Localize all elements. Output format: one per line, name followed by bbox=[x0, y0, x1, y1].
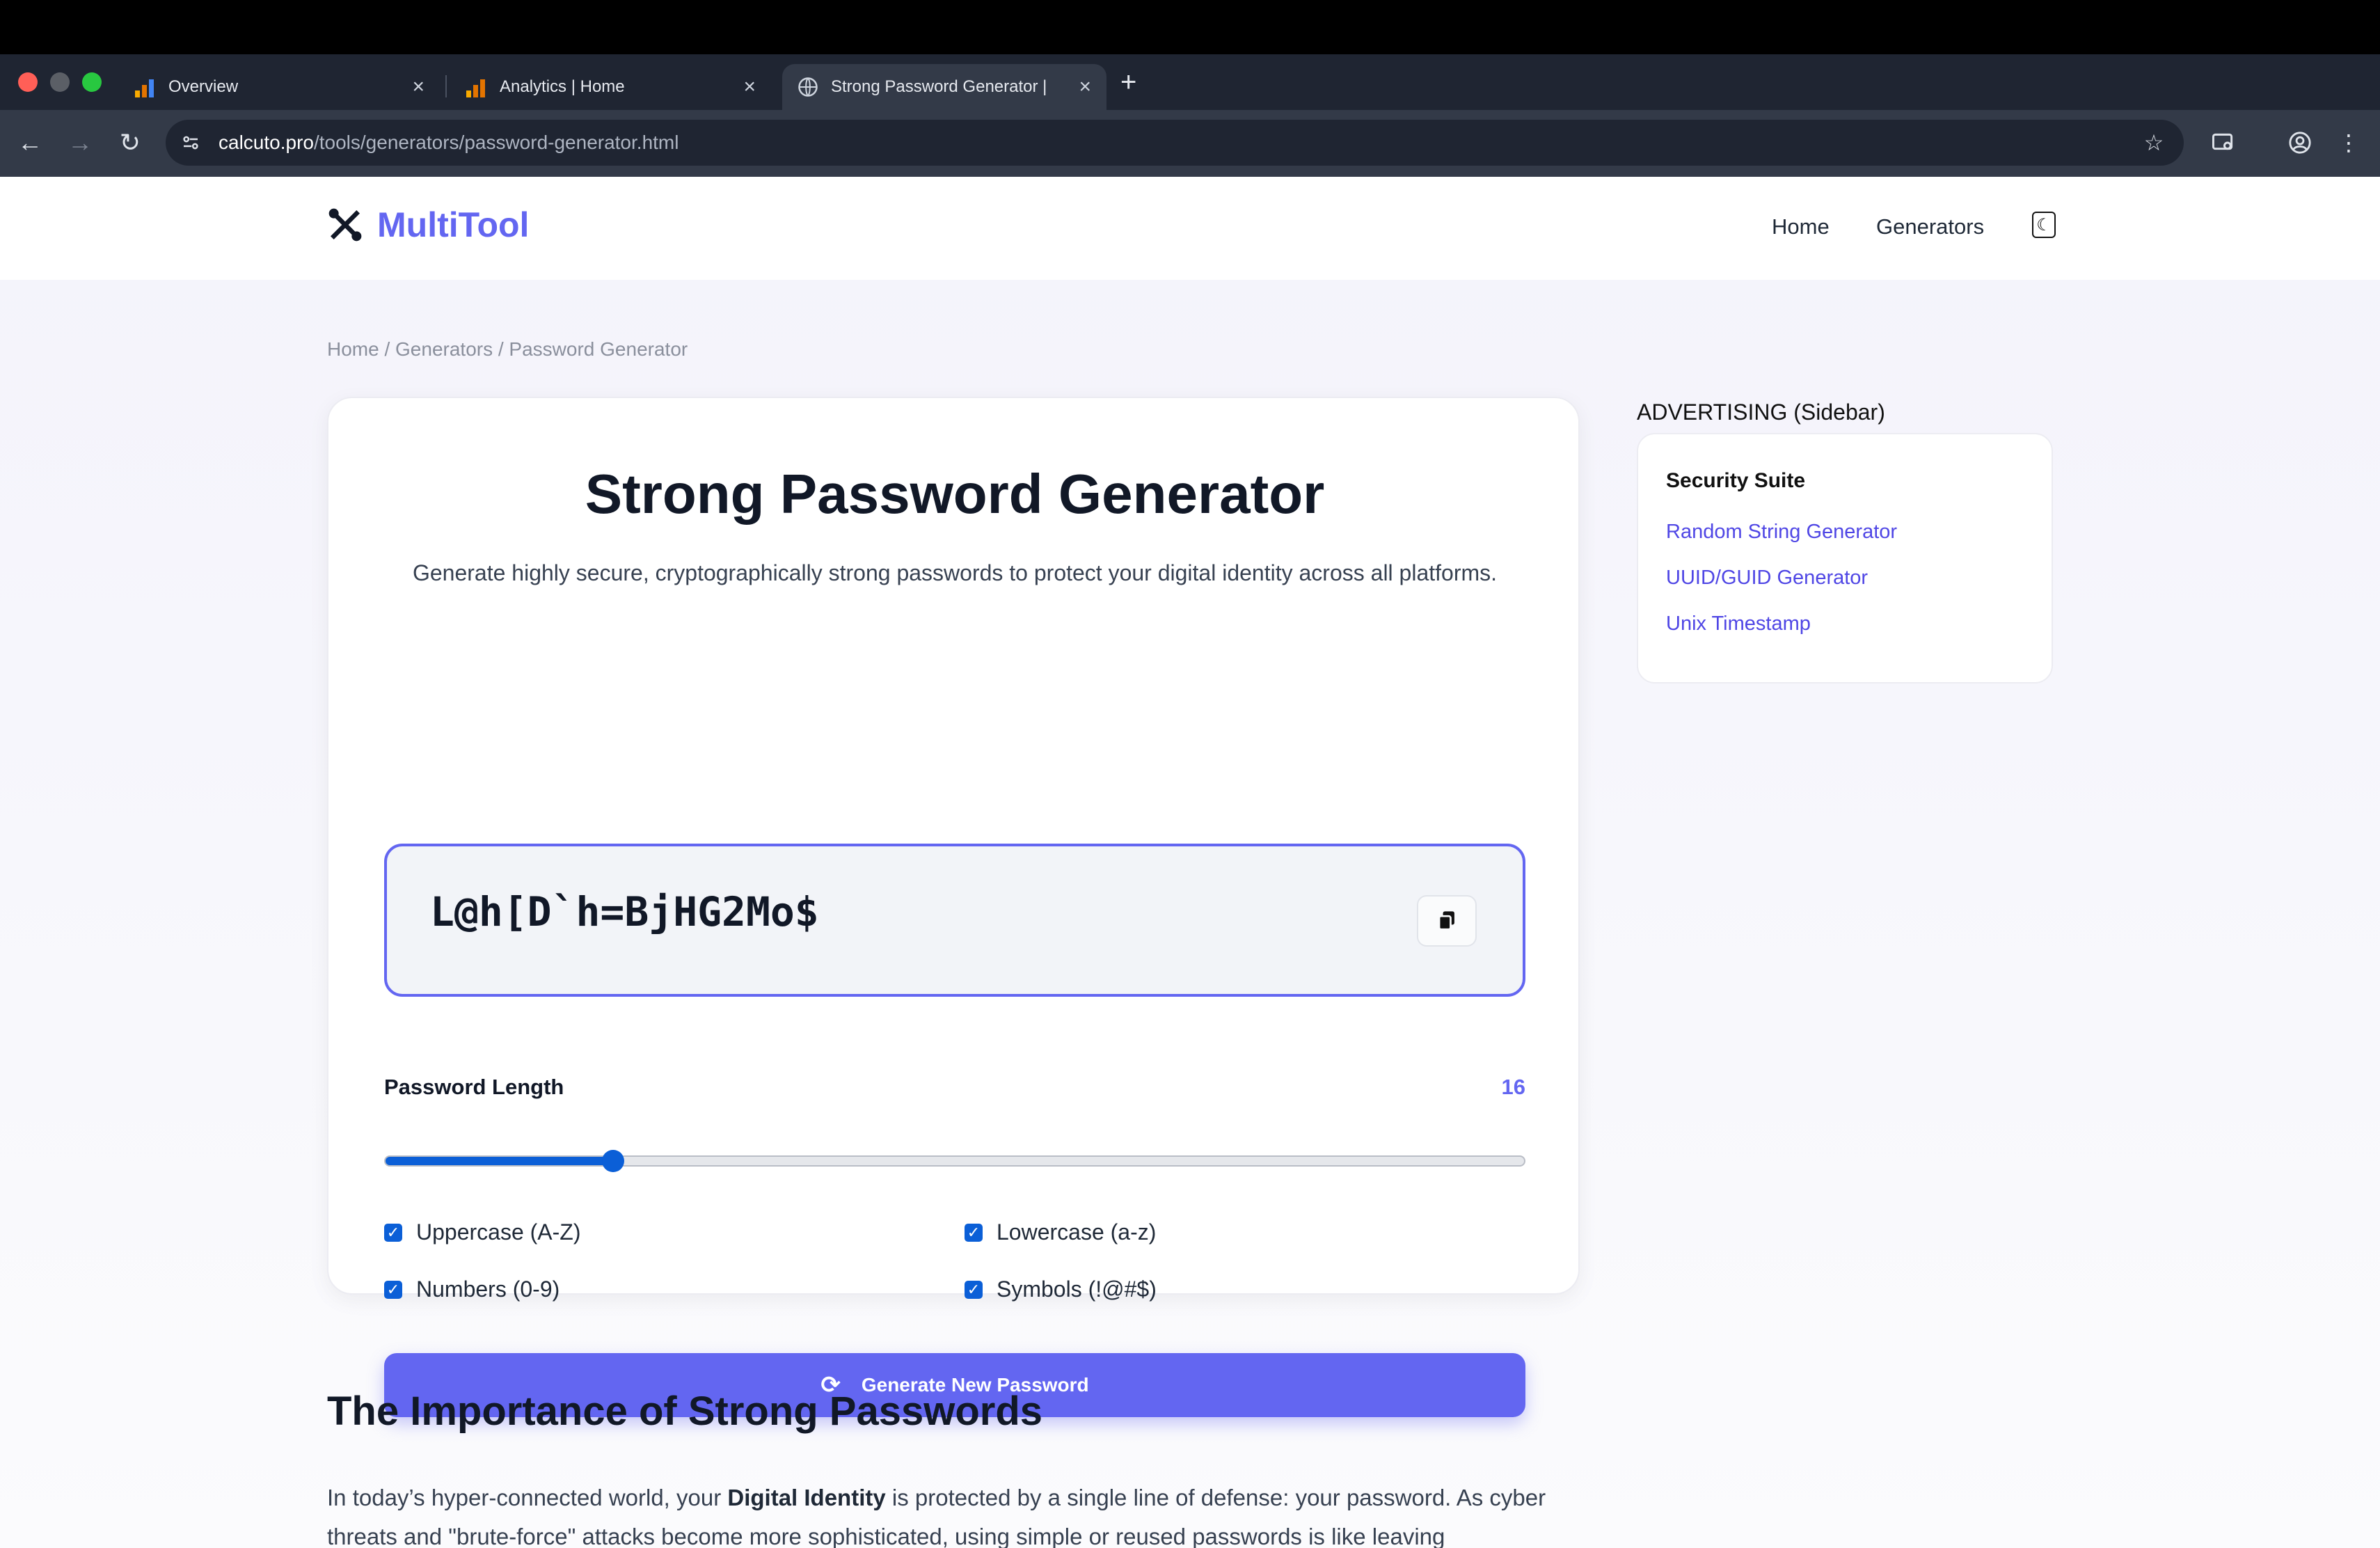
site-settings-icon[interactable] bbox=[177, 129, 205, 157]
forward-arrow-icon[interactable]: → bbox=[63, 125, 97, 160]
tab-title: Overview bbox=[168, 77, 239, 96]
sidebar-link-uuid[interactable]: UUID/GUID Generator bbox=[1666, 567, 1868, 590]
bookmark-star-icon[interactable]: ☆ bbox=[2136, 125, 2171, 160]
checkbox-checked-icon[interactable]: ✓ bbox=[384, 1223, 402, 1242]
back-arrow-icon[interactable]: ← bbox=[13, 125, 47, 160]
close-icon[interactable]: × bbox=[743, 75, 756, 99]
profile-icon[interactable] bbox=[2283, 125, 2317, 160]
sidebar-link-unix-timestamp[interactable]: Unix Timestamp bbox=[1666, 613, 1811, 635]
option-label: Numbers (0-9) bbox=[416, 1277, 560, 1302]
theme-toggle-moon-icon[interactable]: ☾ bbox=[2032, 212, 2056, 238]
slider-thumb[interactable] bbox=[602, 1150, 624, 1172]
site-header: MultiTool Home Generators ☾ bbox=[0, 177, 2380, 280]
nav-link-generators[interactable]: Generators bbox=[1876, 214, 1984, 239]
menu-kebab-icon[interactable]: ⋮ bbox=[2331, 125, 2366, 160]
option-label: Uppercase (A-Z) bbox=[416, 1219, 581, 1245]
site-logo[interactable]: MultiTool bbox=[326, 205, 529, 245]
browser-tab-overview[interactable]: Overview × bbox=[120, 64, 440, 110]
password-length-value: 16 bbox=[1501, 1075, 1525, 1099]
option-symbols[interactable]: ✓ Symbols (!@#$) bbox=[965, 1277, 1157, 1302]
security-suite-card: Security Suite Random String Generator U… bbox=[1637, 433, 2053, 684]
option-uppercase[interactable]: ✓ Uppercase (A-Z) bbox=[384, 1219, 581, 1245]
logo-text: MultiTool bbox=[377, 205, 530, 244]
option-label: Symbols (!@#$) bbox=[997, 1277, 1157, 1302]
window-zoom-button[interactable] bbox=[82, 72, 102, 92]
option-lowercase[interactable]: ✓ Lowercase (a-z) bbox=[965, 1219, 1156, 1245]
os-menu-bar bbox=[0, 0, 2380, 54]
sidebar-link-random-string[interactable]: Random String Generator bbox=[1666, 521, 1897, 544]
close-icon[interactable]: × bbox=[412, 75, 425, 99]
checkbox-checked-icon[interactable]: ✓ bbox=[965, 1280, 983, 1299]
tab-search-icon[interactable] bbox=[2206, 125, 2241, 160]
checkbox-checked-icon[interactable]: ✓ bbox=[384, 1280, 402, 1299]
close-icon[interactable]: × bbox=[1079, 75, 1091, 99]
page-content: MultiTool Home Generators ☾ Home / Gener… bbox=[0, 177, 2380, 1548]
tool-description: Generate highly secure, cryptographicall… bbox=[412, 560, 1498, 585]
section-heading: The Importance of Strong Passwords bbox=[327, 1389, 1043, 1434]
url-text: calcuto.pro/tools/generators/password-ge… bbox=[219, 132, 679, 153]
option-label: Lowercase (a-z) bbox=[997, 1219, 1157, 1245]
option-numbers[interactable]: ✓ Numbers (0-9) bbox=[384, 1277, 560, 1302]
window-close-button[interactable] bbox=[18, 72, 38, 92]
checkbox-checked-icon[interactable]: ✓ bbox=[965, 1223, 983, 1242]
copy-icon bbox=[1438, 911, 1454, 931]
advertising-label: ADVERTISING (Sidebar) bbox=[1637, 400, 1885, 425]
tab-title: Strong Password Generator | bbox=[831, 77, 1047, 96]
password-output[interactable]: L@h[D`h=BjHG2Mo$ bbox=[384, 844, 1525, 997]
article-paragraph: In today’s hyper-connected world, your D… bbox=[327, 1485, 1546, 1548]
browser-tab-password-generator[interactable]: Strong Password Generator | × bbox=[782, 64, 1106, 110]
breadcrumb[interactable]: Home / Generators / Password Generator bbox=[327, 338, 688, 361]
nav-link-home[interactable]: Home bbox=[1772, 214, 1830, 239]
window-minimize-button[interactable] bbox=[50, 72, 70, 92]
new-tab-plus-icon[interactable]: + bbox=[1120, 67, 1136, 98]
analytics-favicon-icon bbox=[466, 77, 487, 97]
slider-fill bbox=[386, 1157, 613, 1165]
generated-password[interactable]: L@h[D`h=BjHG2Mo$ bbox=[430, 888, 819, 935]
sidebar-title: Security Suite bbox=[1666, 469, 1806, 492]
tab-separator bbox=[445, 75, 447, 97]
analytics-favicon-icon bbox=[135, 77, 156, 97]
tab-title: Analytics | Home bbox=[500, 77, 625, 96]
password-length-label: Password Length bbox=[384, 1075, 564, 1099]
browser-tab-analytics[interactable]: Analytics | Home × bbox=[451, 64, 771, 110]
password-length-slider[interactable] bbox=[384, 1150, 1525, 1172]
password-generator-card: Strong Password Generator Generate highl… bbox=[327, 397, 1580, 1417]
reload-icon[interactable]: ↻ bbox=[113, 125, 148, 160]
page-title: Strong Password Generator bbox=[585, 463, 1325, 525]
copy-button[interactable] bbox=[1417, 895, 1477, 947]
address-bar[interactable]: calcuto.pro/tools/generators/password-ge… bbox=[166, 120, 2184, 166]
tools-icon bbox=[328, 208, 362, 242]
globe-icon bbox=[798, 77, 818, 97]
